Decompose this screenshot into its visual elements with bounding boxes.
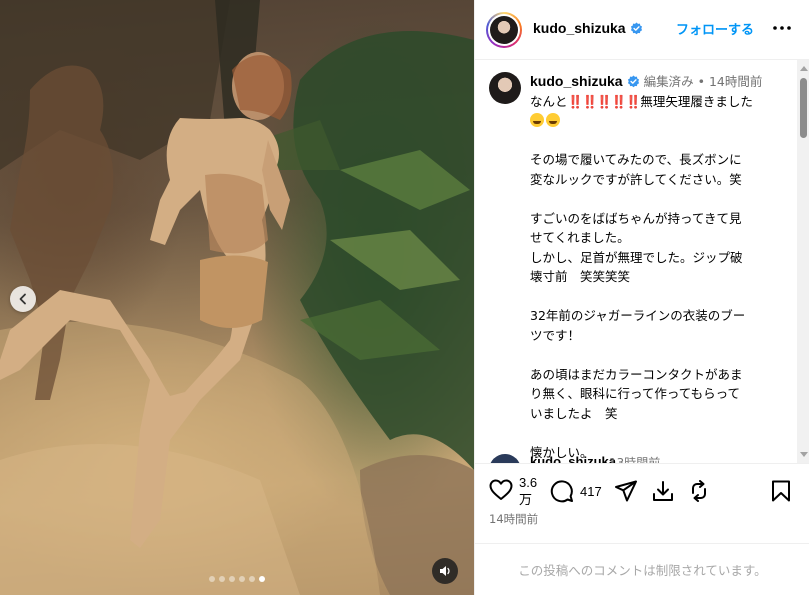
rofl-emoji [546,113,560,127]
repost-button[interactable] [688,480,710,502]
more-options-button[interactable] [772,18,792,38]
slide-dot [239,576,245,582]
emoji-line [530,111,790,131]
caption-line: 壊寸前 笑笑笑笑 [530,269,631,284]
comment-time: 13時間前 [609,456,661,463]
post-media[interactable] [0,0,474,595]
bookmark-button[interactable] [771,480,791,502]
caption-line: ツです！ [530,327,581,343]
share-button[interactable] [614,480,638,502]
avatar-image [490,16,518,44]
next-comment-peek[interactable]: kudo_shizuka 13時間前 [489,454,789,463]
slide-indicator [0,576,474,582]
scroll-down-arrow[interactable] [800,452,808,457]
share-icon [615,480,637,502]
scroll-thumb[interactable] [800,78,807,138]
slide-dot [249,576,255,582]
header-username-row: kudo_shizuka [533,20,643,36]
slide-dot [229,576,235,582]
bookmark-icon [772,480,790,502]
header-username[interactable]: kudo_shizuka [533,20,626,36]
post-time[interactable]: 14時間前 [489,511,538,527]
caption-line: せてくれました。 [530,230,630,245]
sound-toggle-button[interactable] [432,558,458,584]
previous-slide-button[interactable] [10,286,36,312]
caption-line: り無く、眼科に行って作ってもらって [530,386,741,401]
comment-restricted-bar: この投稿へのコメントは制限されています。 [475,543,809,595]
verified-icon [627,75,639,88]
caption-avatar[interactable] [489,72,521,104]
comment-button[interactable]: 417 [550,479,602,503]
more-icon [773,26,791,30]
heart-icon [489,479,513,500]
caption-area[interactable]: kudo_shizuka 編集済み • 14時間前 なんと‼️‼️‼️‼️‼️無… [475,60,797,463]
exclamation-emoji: ‼️‼️‼️‼️‼️ [567,93,642,109]
scroll-up-arrow[interactable] [800,66,808,71]
slide-dot [209,576,215,582]
comment-restricted-notice: この投稿へのコメントは制限されています。 [518,563,767,578]
comment-icon [550,480,573,503]
speaker-icon [440,566,450,576]
laughing-emoji [530,113,544,127]
download-icon [653,481,673,501]
avatar[interactable] [489,454,521,463]
post-header: kudo_shizuka フォローする [475,0,809,60]
like-count[interactable]: 3.6 万 [519,474,537,508]
dancer-figure [0,52,292,548]
comment-count: 417 [580,483,602,499]
caption-line: あの頃はまだカラーコンタクトがあま [530,366,743,382]
caption-line: なんと‼️‼️‼️‼️‼️無理矢理履きました [530,93,753,109]
download-button[interactable] [652,480,674,502]
caption-line: その場で履いてみたので、長ズボンに [530,152,742,167]
caption-line: すごいのをばばちゃんが持ってきて見 [530,210,742,226]
repost-icon [692,480,706,502]
verified-icon [630,22,642,35]
avatar[interactable] [486,12,522,48]
comment-username[interactable]: kudo_shizuka [530,454,616,463]
caption-line: しかし、足首が無理でした。ジップ破 [530,249,743,265]
caption-header: kudo_shizuka 編集済み • 14時間前 [530,72,790,92]
caption-time[interactable]: 14時間前 [709,74,762,89]
post-side-panel: kudo_shizuka フォローする kudo_shizuka 編集済み • … [474,0,809,595]
edited-label: 編集済み [643,74,694,89]
like-button[interactable] [489,479,513,501]
caption-username[interactable]: kudo_shizuka [530,73,623,89]
caption-scrollbar[interactable] [797,60,809,463]
caption-text: kudo_shizuka 編集済み • 14時間前 なんと‼️‼️‼️‼️‼️無… [530,72,790,462]
caption-line: 32年前のジャガーラインの衣装のブー [530,308,746,323]
slide-dot-active [259,576,265,582]
caption-line: 変なルックですが許してください。笑 [530,171,742,187]
chevron-left-icon [19,293,26,305]
caption-line: いましたよ 笑 [530,405,618,421]
action-bar: 3.6 万 417 14時間前 [475,463,809,543]
meta-separator: • [697,74,705,89]
follow-button[interactable]: フォローする [676,19,754,38]
slide-dot [219,576,225,582]
